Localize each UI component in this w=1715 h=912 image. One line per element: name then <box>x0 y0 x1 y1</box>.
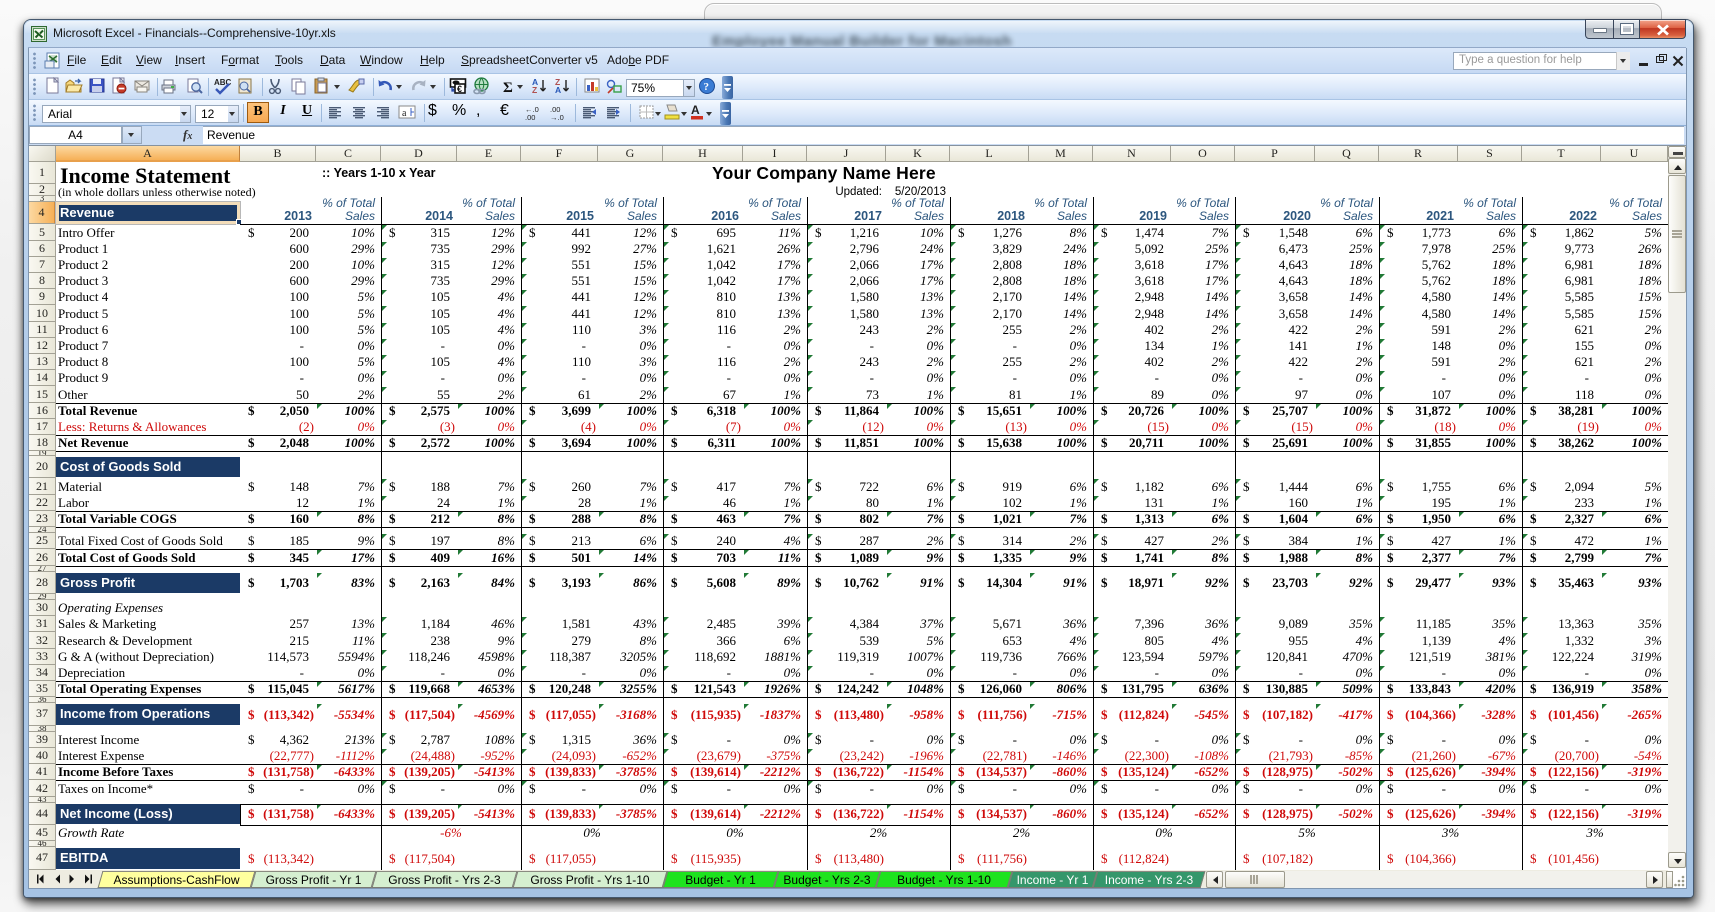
svg-text:A: A <box>691 103 700 117</box>
svg-text:→.0: →.0 <box>550 113 564 122</box>
svg-text:a: a <box>402 108 407 119</box>
svg-text:A: A <box>555 85 561 95</box>
svg-text:?: ? <box>704 81 710 93</box>
svg-text:Z: Z <box>532 85 537 95</box>
svg-text:Σ: Σ <box>503 80 513 96</box>
svg-text:€: € <box>457 84 462 94</box>
svg-text:.00: .00 <box>525 113 535 122</box>
